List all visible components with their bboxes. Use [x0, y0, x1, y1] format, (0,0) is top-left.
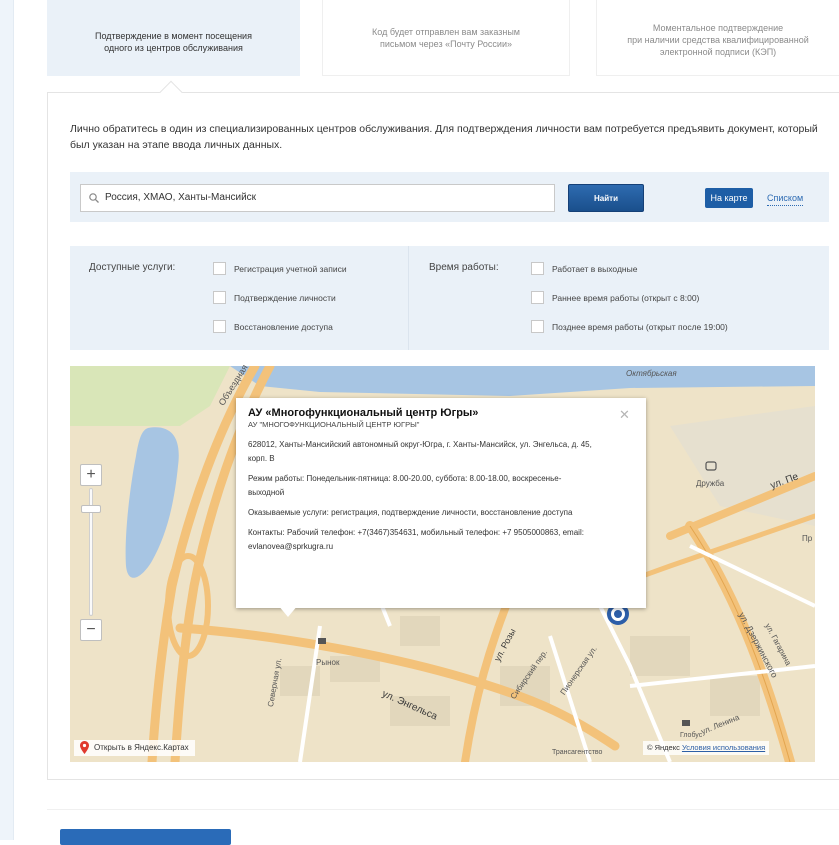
map-info-balloon: АУ «Многофункциональный центр Югры» АУ "…: [236, 398, 646, 608]
terms-of-use-link[interactable]: Условия использования: [682, 743, 765, 752]
find-button[interactable]: Найти: [568, 184, 644, 212]
checkbox-late-hours-label: Позднее время работы (открыт после 19:00…: [552, 322, 728, 332]
map-label-transagentstvo: Трансагентство: [552, 749, 603, 756]
open-in-yandex-maps-link[interactable]: Открыть в Яндекс.Картах: [74, 740, 195, 756]
park-area: [70, 366, 230, 426]
tab-electronic-signature[interactable]: Моментальное подтверждение при наличии с…: [596, 0, 839, 76]
city-blocks: [280, 616, 760, 726]
map-label-globus: Глобус: [680, 732, 703, 739]
tab-russian-post-line2: письмом через «Почту России»: [380, 39, 512, 49]
balloon-contacts: Контакты: Рабочий телефон: +7(3467)35463…: [248, 528, 584, 551]
balloon-tail: [278, 605, 298, 617]
checkbox-registration[interactable]: [213, 262, 226, 275]
tab-electronic-signature-line3: электронной подписи (КЭП): [659, 47, 777, 57]
balloon-subtitle: АУ "МНОГОФУНКЦИОНАЛЬНЫЙ ЦЕНТР ЮГРЫ": [248, 420, 420, 429]
copyright-text: © Яндекс: [647, 743, 680, 752]
bottom-divider: [47, 809, 839, 810]
search-input[interactable]: Россия, ХМАО, Ханты-Мансийск: [80, 184, 555, 212]
checkbox-weekends-label: Работает в выходные: [552, 264, 638, 274]
left-rail: [0, 0, 14, 840]
checkbox-early-hours[interactable]: [531, 291, 544, 304]
map-label-druzhba: Дружба: [696, 479, 725, 488]
hours-filter-label: Время работы:: [429, 262, 499, 273]
checkbox-identity-label: Подтверждение личности: [234, 293, 336, 303]
view-on-map-toggle[interactable]: На карте: [705, 188, 753, 208]
balloon-schedule: Режим работы: Понедельник-пятница: 8.00-…: [248, 474, 562, 497]
tab-russian-post[interactable]: Код будет отправлен вам заказным письмом…: [322, 0, 570, 76]
zoom-out-button[interactable]: −: [80, 619, 102, 641]
balloon-address: 628012, Ханты-Мансийский автономный окру…: [248, 440, 592, 463]
checkbox-registration-label: Регистрация учетной записи: [234, 264, 347, 274]
search-icon: [89, 193, 99, 203]
balloon-title: АУ «Многофункциональный центр Югры»: [248, 407, 479, 419]
checkbox-restore-access[interactable]: [213, 320, 226, 333]
map-pin-icon: [80, 741, 89, 754]
tab-electronic-signature-line2: при наличии средства квалифицированной: [627, 35, 809, 45]
map-label-pr: Пр: [802, 534, 813, 543]
tab-russian-post-line1: Код будет отправлен вам заказным: [372, 27, 520, 37]
checkbox-late-hours[interactable]: [531, 320, 544, 333]
services-filter-label: Доступные услуги:: [89, 262, 176, 273]
filters-divider: [408, 246, 409, 350]
tab-electronic-signature-line1: Моментальное подтверждение: [652, 23, 784, 33]
zoom-slider-handle[interactable]: [81, 505, 101, 513]
tab-visit-center-line1: Подтверждение в момент посещения: [95, 31, 252, 41]
map-copyright: © Яндекс Условия использования: [643, 741, 770, 755]
intro-text: Лично обратитесь в один из специализиров…: [70, 123, 818, 151]
checkbox-weekends[interactable]: [531, 262, 544, 275]
view-as-list-link[interactable]: Списком: [767, 188, 804, 206]
lake: [125, 427, 179, 578]
checkbox-identity[interactable]: [213, 291, 226, 304]
balloon-services: Оказываемые услуги: регистрация, подтвер…: [248, 508, 573, 517]
checkbox-early-hours-label: Раннее время работы (открыт с 8:00): [552, 293, 700, 303]
zoom-in-button[interactable]: +: [80, 464, 102, 486]
close-icon[interactable]: ✕: [619, 408, 630, 421]
map-label-rynok: Рынок: [316, 658, 340, 667]
tab-visit-center-line2: одного из центров обслуживания: [104, 43, 243, 53]
tab-visit-center[interactable]: Подтверждение в момент посещения одного …: [47, 0, 300, 76]
checkbox-restore-access-label: Восстановление доступа: [234, 322, 333, 332]
continue-button[interactable]: [60, 829, 231, 845]
river: [230, 366, 815, 396]
map-label-oktyabrskaya: Октябрьская: [626, 369, 677, 378]
